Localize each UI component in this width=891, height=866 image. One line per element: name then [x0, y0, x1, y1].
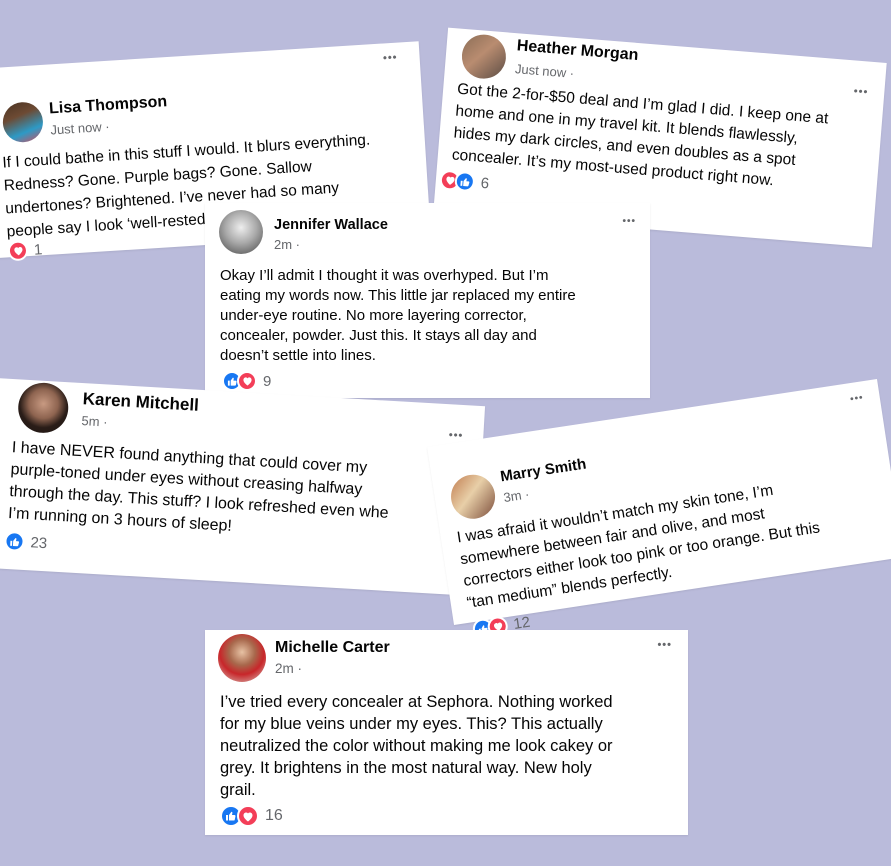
post-text: I’ve tried every concealer at Sephora. N…: [220, 693, 613, 799]
avatar[interactable]: [460, 32, 508, 81]
post-card: Marry Smith 3m · ••• I was afraid it wou…: [427, 378, 891, 641]
reactions-bar[interactable]: 9: [222, 371, 271, 391]
more-options-icon[interactable]: •••: [849, 392, 864, 405]
love-reaction-icon: [237, 371, 257, 391]
post-card: Karen Mitchell 5m · ••• I have NEVER fou…: [0, 378, 486, 596]
reaction-count[interactable]: 1: [33, 241, 42, 258]
avatar[interactable]: [218, 634, 266, 682]
reactions-bar[interactable]: 23: [3, 530, 48, 553]
more-options-icon[interactable]: •••: [622, 217, 636, 227]
post-text: Got the 2-for-$50 deal and I’m glad I di…: [451, 80, 829, 190]
reaction-count[interactable]: 6: [480, 174, 490, 192]
post-text: I have NEVER found anything that could c…: [7, 439, 390, 535]
reactions-bar[interactable]: 1: [7, 239, 43, 262]
avatar[interactable]: [448, 471, 499, 522]
avatar[interactable]: [1, 101, 45, 144]
post-card: Michelle Carter 2m · ••• I’ve tried ever…: [205, 630, 688, 835]
reaction-count[interactable]: 9: [263, 373, 271, 390]
more-options-icon[interactable]: •••: [853, 85, 868, 98]
reaction-count[interactable]: 23: [30, 534, 48, 552]
post-time[interactable]: Just now ·: [514, 61, 574, 81]
author-name[interactable]: Karen Mitchell: [82, 389, 199, 416]
love-reaction-icon: [7, 240, 29, 262]
more-options-icon[interactable]: •••: [448, 429, 463, 442]
more-options-icon[interactable]: •••: [657, 640, 672, 651]
post-text: Okay I’ll admit I thought it was overhyp…: [220, 267, 576, 364]
love-reaction-icon: [237, 805, 259, 827]
like-reaction-icon: [3, 530, 26, 552]
post-time[interactable]: 2m ·: [275, 661, 302, 676]
author-name[interactable]: Jennifer Wallace: [274, 217, 388, 233]
avatar[interactable]: [219, 210, 263, 254]
post-time[interactable]: Just now ·: [50, 119, 110, 138]
post-card: Jennifer Wallace 2m · ••• Okay I’ll admi…: [205, 203, 650, 398]
author-name[interactable]: Michelle Carter: [275, 639, 390, 657]
reactions-bar[interactable]: 6: [439, 169, 490, 194]
post-time[interactable]: 3m ·: [502, 486, 530, 505]
reaction-count[interactable]: 16: [265, 807, 283, 825]
like-reaction-icon: [454, 170, 476, 193]
reactions-bar[interactable]: 16: [220, 805, 283, 827]
more-options-icon[interactable]: •••: [383, 52, 398, 65]
author-name[interactable]: Lisa Thompson: [49, 93, 168, 118]
avatar[interactable]: [16, 381, 70, 435]
author-name[interactable]: Heather Morgan: [516, 37, 639, 65]
author-name[interactable]: Marry Smith: [499, 456, 587, 486]
post-time[interactable]: 2m ·: [274, 237, 300, 252]
post-time[interactable]: 5m ·: [81, 413, 108, 429]
